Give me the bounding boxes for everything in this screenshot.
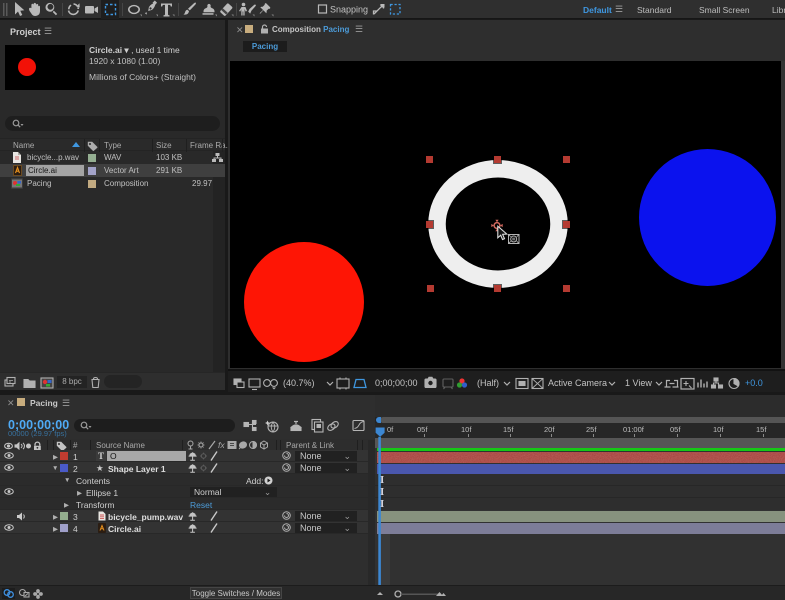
svg-text:Snapping: Snapping xyxy=(330,5,368,15)
svg-text:fx: fx xyxy=(218,440,225,450)
